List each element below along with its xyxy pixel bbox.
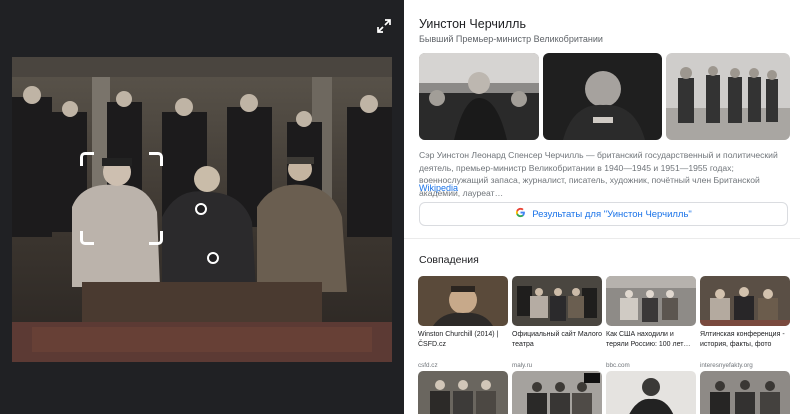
match-thumbnail xyxy=(700,276,790,326)
wikipedia-link[interactable]: Wikipedia xyxy=(419,183,458,193)
match-thumbnail xyxy=(512,276,602,326)
match-source: bbc.com xyxy=(606,362,630,369)
match-thumbnail xyxy=(418,276,508,326)
results-panel: Уинстон Черчилль Бывший Премьер-министр … xyxy=(404,0,800,414)
match-title: Ялтинская конференция - история, факты, … xyxy=(700,331,785,348)
google-g-icon xyxy=(515,207,526,221)
entity-image[interactable] xyxy=(543,53,662,140)
entity-description: Сэр Уинстон Леонард Спенсер Черчилль — б… xyxy=(419,150,778,198)
match-title: Winston Churchill (2014) | ČSFD.cz xyxy=(418,331,499,348)
image-viewer xyxy=(0,0,404,414)
section-divider xyxy=(404,238,800,239)
match-thumbnail[interactable] xyxy=(606,371,696,414)
match-title: Как США находили и теряли Россию: 100 ле… xyxy=(606,331,691,348)
match-thumbnail[interactable] xyxy=(418,371,508,414)
entity-title: Уинстон Черчилль xyxy=(419,17,526,31)
match-card[interactable]: Winston Churchill (2014) | ČSFD.cz csfd.… xyxy=(418,276,508,369)
object-marker-dot[interactable] xyxy=(195,203,207,215)
entity-image[interactable] xyxy=(666,53,790,140)
crop-corner-top-left[interactable] xyxy=(80,152,94,166)
match-source: maly.ru xyxy=(512,362,533,369)
match-thumbnail xyxy=(606,276,696,326)
object-marker-dot[interactable] xyxy=(207,252,219,264)
match-card[interactable]: Ялтинская конференция - история, факты, … xyxy=(700,276,790,369)
crop-corner-top-right[interactable] xyxy=(149,152,163,166)
entity-subtitle: Бывший Премьер-министр Великобритании xyxy=(419,34,603,44)
crop-corner-bottom-right[interactable] xyxy=(149,231,163,245)
match-source: interesnyefakty.org xyxy=(700,362,753,369)
match-title: Официальный сайт Малого театра xyxy=(512,331,602,348)
match-thumbnail[interactable] xyxy=(700,371,790,414)
match-card[interactable]: Как США находили и теряли Россию: 100 ле… xyxy=(606,276,696,369)
search-results-label: Результаты для "Уинстон Черчилль" xyxy=(532,208,692,220)
search-results-button[interactable]: Результаты для "Уинстон Черчилль" xyxy=(419,202,788,226)
entity-image[interactable] xyxy=(419,53,539,140)
match-thumbnail[interactable] xyxy=(512,371,602,414)
expand-icon[interactable] xyxy=(375,17,393,35)
match-card[interactable]: Официальный сайт Малого театра maly.ru xyxy=(512,276,602,369)
matches-heading: Совпадения xyxy=(419,254,479,266)
match-source: csfd.cz xyxy=(418,362,438,369)
crop-corner-bottom-left[interactable] xyxy=(80,231,94,245)
